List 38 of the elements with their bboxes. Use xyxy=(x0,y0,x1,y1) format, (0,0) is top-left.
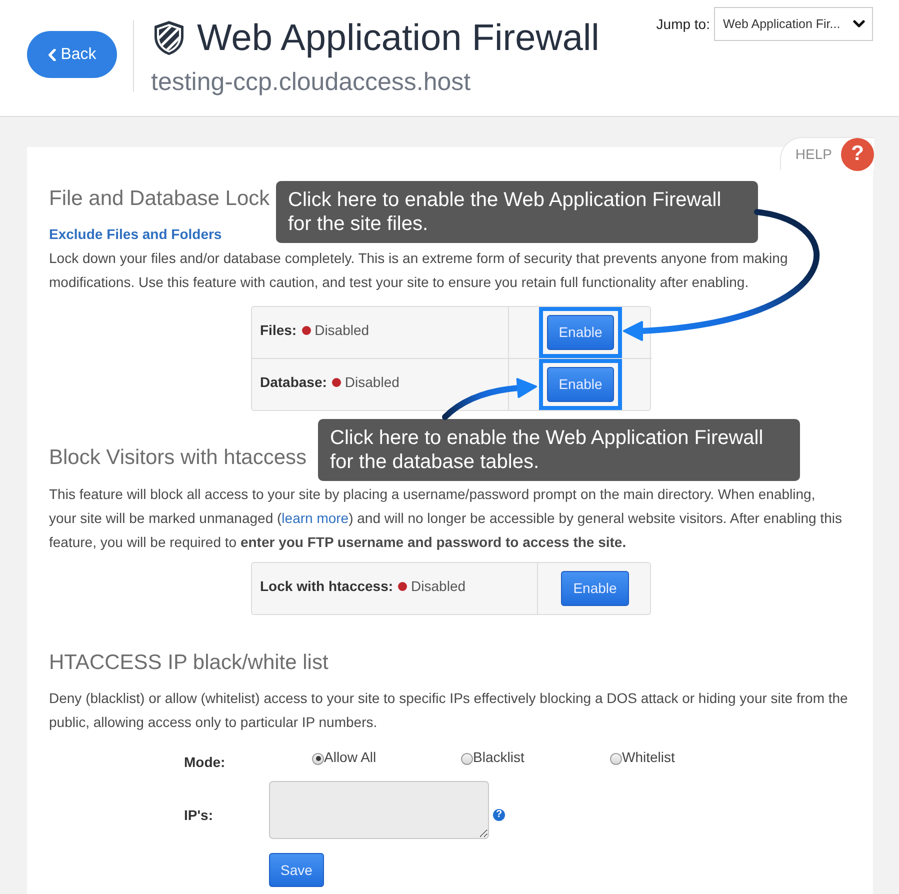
page-title: Web Application Firewall xyxy=(197,16,600,60)
description-text: Deny (blacklist) or allow (whitelist) access to your site to specific IPs effectively blocking a DOS attack or hiding your site from the public, allowing access only to particular IP numbers. xyxy=(49,689,849,732)
row-label: Files: xyxy=(260,321,297,340)
description-text: Lock down your files and/or database completely. This is an extreme form of security that prevents anyone from making modifications. Use this feature with caution, and test your site to ensure you retain full functionality after enabling. xyxy=(49,249,789,292)
status-text: Disabled xyxy=(411,577,466,596)
callout-tooltip: Click here to enable the Web Application Firewall for the database tables. xyxy=(318,419,800,481)
callout-tooltip: Click here to enable the Web Application Firewall for the site files. xyxy=(276,181,758,243)
section-heading: File and Database Lock xyxy=(49,186,270,212)
jump-to-select[interactable]: Web Application Fir... xyxy=(714,7,873,41)
chevron-left-icon xyxy=(48,48,56,60)
description-text: This feature will block all access to your site by placing a username/password prompt on the main directory. When enabling, your site will be marked unmanaged (learn more) and will no longer be accessible by general website visitors. After enabling this feature, you will be required to enter you FTP username and password to access the site. xyxy=(49,485,843,552)
field-label: IP's: xyxy=(184,806,214,825)
radio-option[interactable]: Blacklist xyxy=(461,745,610,769)
site-domain: testing-ccp.cloudaccess.host xyxy=(151,67,471,98)
radio-option[interactable]: Allow All xyxy=(312,745,461,769)
shield-icon xyxy=(153,20,185,56)
help-icon[interactable]: ? xyxy=(493,809,505,821)
jump-to-label: Jump to: xyxy=(656,14,710,34)
ip-list-field[interactable] xyxy=(269,781,489,839)
row-label: Lock with htaccess: xyxy=(260,577,394,596)
enable-button[interactable]: Enable xyxy=(561,571,629,606)
section-heading: Block Visitors with htaccess xyxy=(49,445,307,471)
exclude-files-link[interactable]: Exclude Files and Folders xyxy=(49,222,222,246)
help-icon[interactable]: ? xyxy=(841,138,874,170)
enable-button[interactable]: Enable xyxy=(546,315,614,350)
status-text: Disabled xyxy=(344,373,400,392)
learn-more-link[interactable]: learn more xyxy=(282,510,349,526)
save-button[interactable]: Save xyxy=(269,853,324,887)
enable-button[interactable]: Enable xyxy=(546,367,614,402)
chevron-down-icon xyxy=(853,20,865,28)
back-button[interactable]: Back xyxy=(27,31,117,78)
field-label: Mode: xyxy=(184,753,226,772)
radio-option[interactable]: Whitelist xyxy=(610,745,759,769)
help-tab[interactable]: HELP ? xyxy=(780,137,874,170)
status-text: Disabled xyxy=(314,321,370,340)
row-label: Database: xyxy=(260,373,327,392)
help-label: HELP xyxy=(795,144,832,164)
section-heading: HTACCESS IP black/white list xyxy=(49,650,328,676)
